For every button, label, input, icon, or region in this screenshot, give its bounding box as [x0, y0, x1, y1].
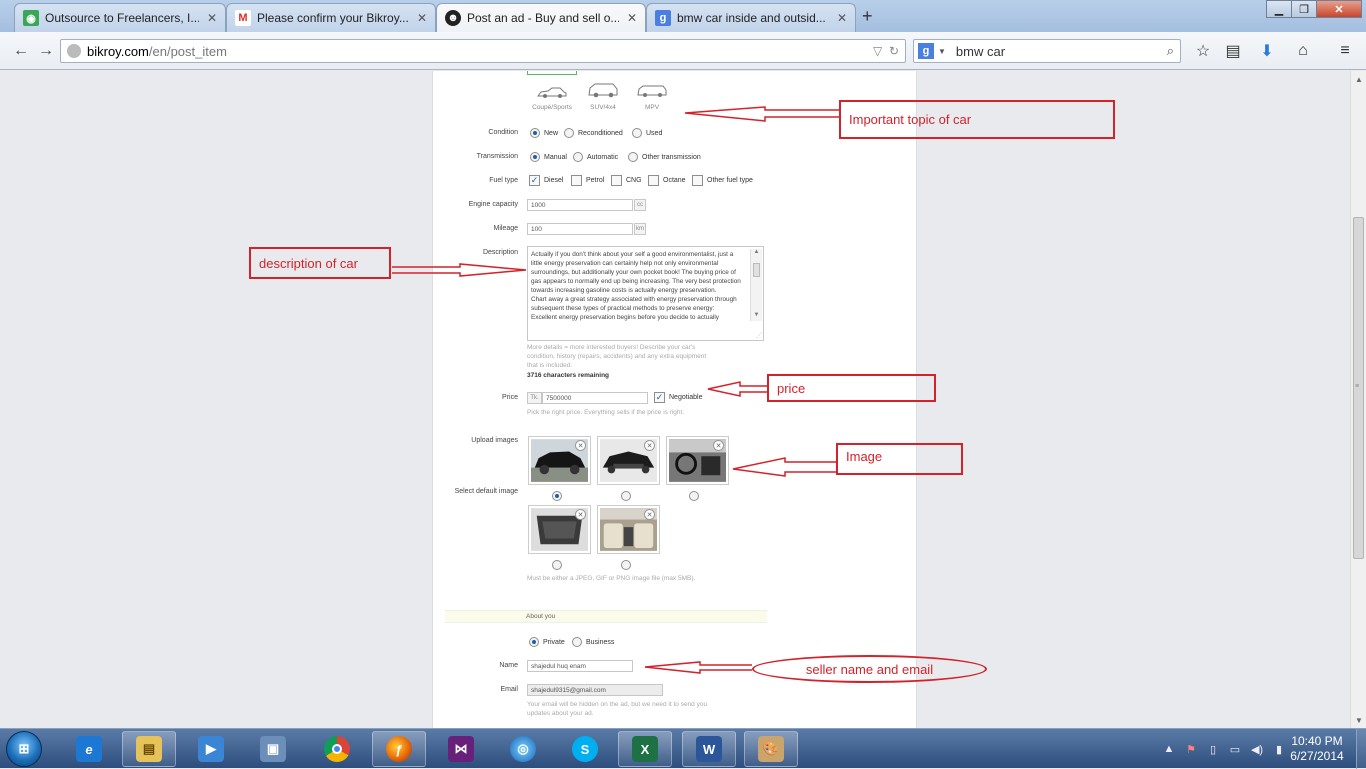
- system-tray: ▲ ⚑ ▯ ▭ ◀) ▮: [1160, 729, 1292, 769]
- taskbar-clock[interactable]: 10:40 PM 6/27/2014: [1282, 734, 1352, 764]
- action-center-flag-icon[interactable]: ⚑: [1182, 743, 1200, 756]
- close-icon[interactable]: ✕: [627, 11, 637, 25]
- device-icon[interactable]: ▯: [1204, 743, 1222, 756]
- internet-explorer-taskbar-icon[interactable]: e: [62, 731, 116, 767]
- skype-taskbar-icon[interactable]: S: [558, 731, 612, 767]
- arrow-topic: [684, 106, 839, 122]
- remote-desktop-taskbar-icon[interactable]: ▣: [246, 731, 300, 767]
- network-app-taskbar-icon[interactable]: ◎: [496, 731, 550, 767]
- arrow-image: [732, 457, 836, 477]
- annotation-arrows: [392, 106, 839, 674]
- arrow-seller: [644, 661, 752, 674]
- annotation-topic: Important topic of car: [839, 100, 1115, 139]
- show-hidden-icons-icon[interactable]: ▲: [1160, 743, 1178, 755]
- tab-bikroy[interactable]: ☻ Post an ad - Buy and sell o... ✕: [436, 3, 646, 32]
- network-icon[interactable]: ▭: [1226, 743, 1244, 756]
- media-player-taskbar-icon[interactable]: ▶: [184, 731, 238, 767]
- bikroy-icon: ☻: [445, 10, 461, 26]
- clock-date: 6/27/2014: [1290, 749, 1344, 763]
- paint-taskbar-icon[interactable]: 🎨: [744, 731, 798, 767]
- windows-taskbar: ⊞ e ▤ ▶ ▣ ƒ ⋈ ◎ S X W 🎨 ▲ ⚑ ▯ ▭ ◀) ▮ 10:…: [0, 728, 1366, 769]
- chrome-taskbar-icon[interactable]: [310, 731, 364, 767]
- annotation-seller: seller name and email: [752, 655, 987, 683]
- show-desktop-button[interactable]: [1356, 729, 1366, 769]
- start-button[interactable]: ⊞: [6, 731, 42, 767]
- tab-label: Post an ad - Buy and sell o...: [467, 11, 619, 25]
- firefox-taskbar-icon[interactable]: ƒ: [372, 731, 426, 767]
- excel-taskbar-icon[interactable]: X: [618, 731, 672, 767]
- volume-icon[interactable]: ◀): [1248, 743, 1266, 756]
- file-manager-taskbar-icon[interactable]: ▤: [122, 731, 176, 767]
- arrow-description: [392, 263, 527, 277]
- word-taskbar-icon[interactable]: W: [682, 731, 736, 767]
- annotation-price: price: [767, 374, 936, 402]
- clock-time: 10:40 PM: [1291, 734, 1343, 748]
- arrow-price: [707, 381, 767, 397]
- visual-studio-taskbar-icon[interactable]: ⋈: [434, 731, 488, 767]
- annotation-image: Image: [836, 443, 963, 475]
- annotation-description: description of car: [249, 247, 391, 279]
